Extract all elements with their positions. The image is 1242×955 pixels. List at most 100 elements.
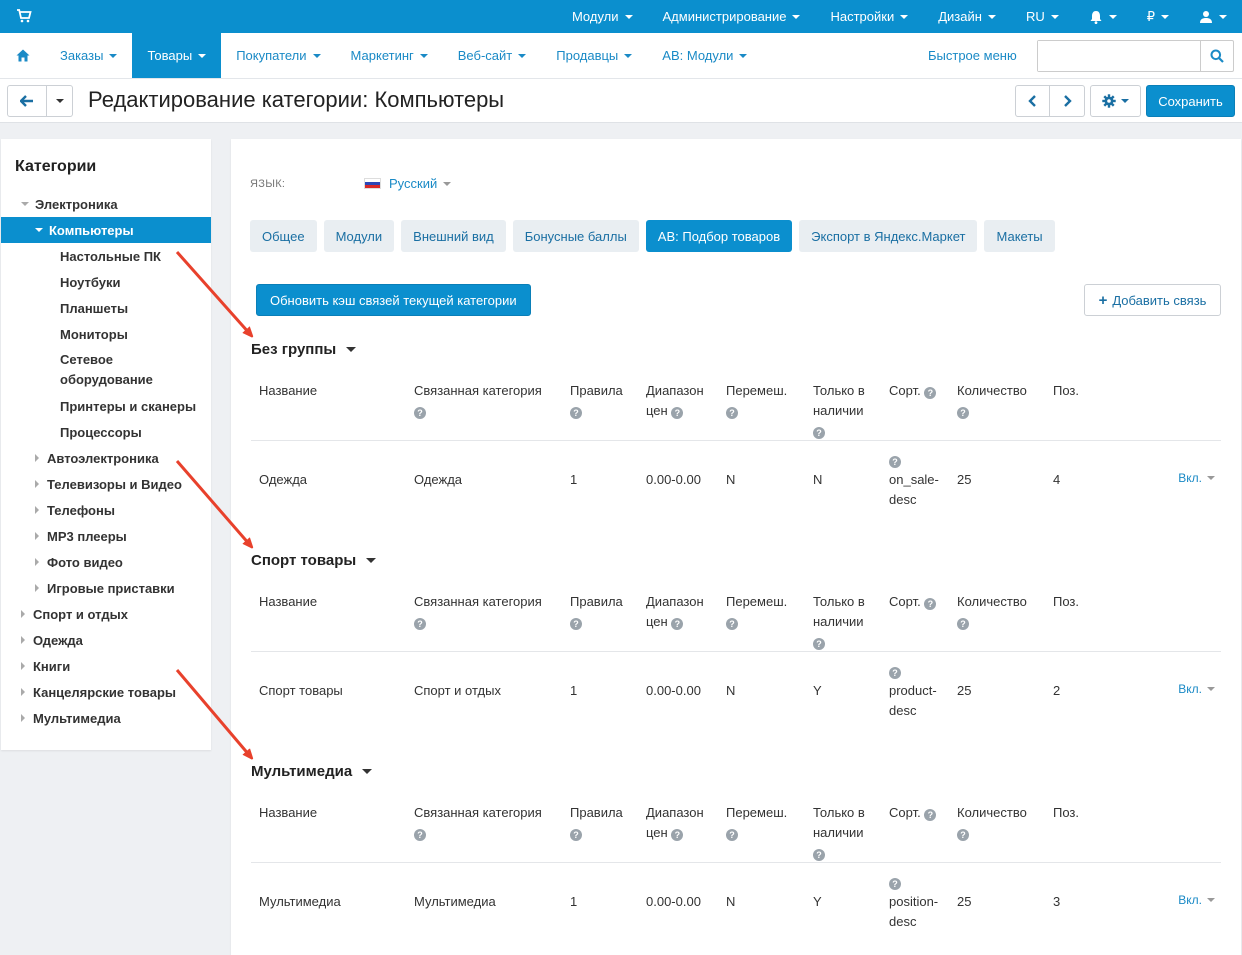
tree-item[interactable]: Книги: [1, 653, 211, 679]
tree-item[interactable]: MP3 плееры: [1, 523, 211, 549]
tree-collapsed-icon[interactable]: [21, 714, 25, 722]
help-icon[interactable]: ?: [726, 829, 738, 841]
refresh-cache-button[interactable]: Обновить кэш связей текущей категории: [256, 284, 531, 316]
tree-item[interactable]: Телефоны: [1, 497, 211, 523]
tab[interactable]: Макеты: [984, 220, 1055, 252]
help-icon[interactable]: ?: [813, 638, 825, 650]
tree-item[interactable]: Канцелярские товары: [1, 679, 211, 705]
help-icon[interactable]: ?: [957, 618, 969, 630]
tree-item[interactable]: Настольные ПК: [1, 243, 211, 269]
tree-collapsed-icon[interactable]: [35, 532, 39, 540]
help-icon[interactable]: ?: [889, 456, 901, 468]
top-menu-item[interactable]: Администрирование: [648, 0, 816, 33]
tree-item[interactable]: Планшеты: [1, 295, 211, 321]
search-input[interactable]: [1038, 41, 1202, 71]
tree-collapsed-icon[interactable]: [35, 454, 39, 462]
tree-item[interactable]: Автоэлектроника: [1, 445, 211, 471]
nav-item[interactable]: AB: Модули: [647, 33, 762, 78]
help-icon[interactable]: ?: [726, 407, 738, 419]
nav-item[interactable]: Продавцы: [541, 33, 647, 78]
add-link-button[interactable]: + Добавить связь: [1084, 284, 1221, 316]
prev-button[interactable]: [1015, 85, 1050, 117]
tree-collapsed-icon[interactable]: [35, 506, 39, 514]
tree-item[interactable]: Компьютеры: [1, 217, 211, 243]
language-selector[interactable]: Русский: [364, 176, 452, 191]
nav-item[interactable]: Покупатели: [221, 33, 335, 78]
tree-collapsed-icon[interactable]: [35, 558, 39, 566]
status-dropdown[interactable]: Вкл.: [1178, 682, 1215, 696]
help-icon[interactable]: ?: [414, 618, 426, 630]
help-icon[interactable]: ?: [570, 829, 582, 841]
help-icon[interactable]: ?: [924, 809, 937, 821]
tree-item[interactable]: Мониторы: [1, 321, 211, 347]
help-icon[interactable]: ?: [414, 407, 426, 419]
tab[interactable]: Внешний вид: [401, 220, 506, 252]
back-button[interactable]: [7, 85, 47, 117]
tab[interactable]: Экспорт в Яндекс.Маркет: [799, 220, 978, 252]
nav-item[interactable]: Веб-сайт: [443, 33, 541, 78]
help-icon[interactable]: ?: [726, 618, 738, 630]
back-dropdown-button[interactable]: [47, 85, 73, 117]
status-dropdown[interactable]: Вкл.: [1178, 471, 1215, 485]
search-button[interactable]: [1200, 41, 1233, 71]
tree-collapsed-icon[interactable]: [35, 480, 39, 488]
top-menu-item[interactable]: Модули: [557, 0, 648, 33]
tree-expanded-icon[interactable]: [35, 228, 43, 232]
help-icon[interactable]: ?: [889, 878, 901, 890]
status-dropdown[interactable]: Вкл.: [1178, 893, 1215, 907]
tree-item[interactable]: Спорт и отдых: [1, 601, 211, 627]
tree-collapsed-icon[interactable]: [35, 584, 39, 592]
help-icon[interactable]: ?: [671, 407, 684, 419]
tree-item[interactable]: Процессоры: [1, 419, 211, 445]
top-menu-item[interactable]: [1074, 0, 1132, 33]
tab[interactable]: Общее: [250, 220, 317, 252]
nav-item[interactable]: Товары: [132, 33, 222, 78]
quick-menu-link[interactable]: Быстрое меню: [928, 48, 1017, 63]
tree-collapsed-icon[interactable]: [21, 610, 25, 618]
nav-item[interactable]: Заказы: [45, 33, 132, 78]
settings-dropdown-button[interactable]: [1090, 85, 1141, 117]
top-menu-item[interactable]: RU: [1011, 0, 1074, 33]
next-button[interactable]: [1050, 85, 1085, 117]
help-icon[interactable]: ?: [813, 849, 825, 861]
help-icon[interactable]: ?: [813, 427, 825, 439]
tree-collapsed-icon[interactable]: [21, 662, 25, 670]
top-menu-item[interactable]: [1184, 0, 1242, 33]
help-icon[interactable]: ?: [414, 829, 426, 841]
tab[interactable]: Бонусные баллы: [512, 220, 639, 252]
help-icon[interactable]: ?: [570, 618, 582, 630]
tree-item[interactable]: Телевизоры и Видео: [1, 471, 211, 497]
group-title[interactable]: Без группы: [251, 341, 357, 358]
tree-item[interactable]: Мультимедиа: [1, 705, 211, 731]
help-icon[interactable]: ?: [671, 829, 684, 841]
tab[interactable]: Модули: [323, 220, 395, 252]
help-icon[interactable]: ?: [957, 407, 969, 419]
col-rules: Правила: [570, 594, 623, 609]
top-menu-item[interactable]: ₽: [1132, 0, 1184, 33]
nav-item[interactable]: Маркетинг: [336, 33, 443, 78]
tree-item[interactable]: Ноутбуки: [1, 269, 211, 295]
group-title[interactable]: Спорт товары: [251, 552, 377, 569]
tree-expanded-icon[interactable]: [21, 202, 29, 206]
help-icon[interactable]: ?: [889, 667, 901, 679]
tree-collapsed-icon[interactable]: [21, 688, 25, 696]
tree-item[interactable]: Фото видео: [1, 549, 211, 575]
tree-item[interactable]: Одежда: [1, 627, 211, 653]
help-icon[interactable]: ?: [924, 598, 937, 610]
help-icon[interactable]: ?: [671, 618, 684, 630]
tree-item[interactable]: Сетевое оборудование: [1, 347, 211, 393]
help-icon[interactable]: ?: [570, 407, 582, 419]
tree-item[interactable]: Электроника: [1, 191, 211, 217]
save-button[interactable]: Сохранить: [1146, 85, 1235, 117]
tab[interactable]: AB: Подбор товаров: [645, 220, 793, 252]
top-menu-item[interactable]: Настройки: [815, 0, 923, 33]
help-icon[interactable]: ?: [924, 387, 937, 399]
home-button[interactable]: [0, 33, 45, 78]
top-menu-item[interactable]: Дизайн: [923, 0, 1011, 33]
help-icon[interactable]: ?: [957, 829, 969, 841]
tree-collapsed-icon[interactable]: [21, 636, 25, 644]
tree-item[interactable]: Принтеры и сканеры: [1, 393, 211, 419]
cart-icon[interactable]: [16, 8, 32, 24]
tree-item[interactable]: Игровые приставки: [1, 575, 211, 601]
group-title[interactable]: Мультимедиа: [251, 763, 373, 780]
